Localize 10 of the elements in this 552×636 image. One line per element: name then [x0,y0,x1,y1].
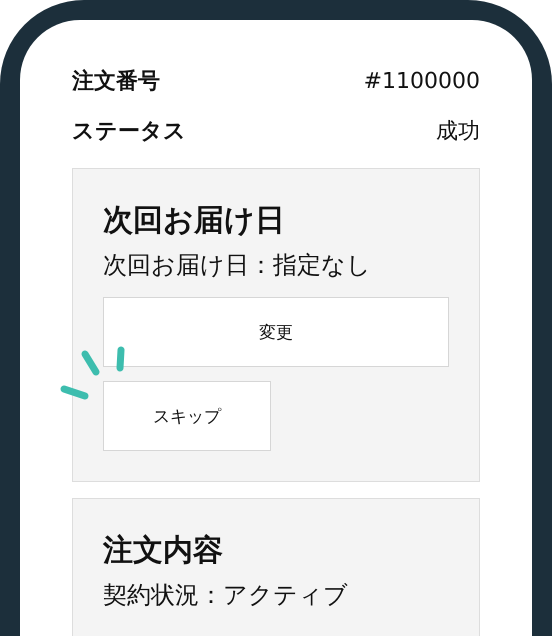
change-button[interactable]: 変更 [103,297,449,367]
card-title: 注文内容 [103,532,224,570]
info-value: 成功 [436,118,480,146]
info-value: #1100000 [364,68,480,94]
skip-button[interactable]: スキップ [103,381,271,451]
card-text: 契約状況：アクティブ [103,580,349,611]
card-text: 次回お届け日：指定なし [103,250,372,281]
info-label: 注文番号 [72,68,160,96]
info-label: ステータス [72,118,186,146]
card-title: 次回お届け日 [103,202,286,240]
